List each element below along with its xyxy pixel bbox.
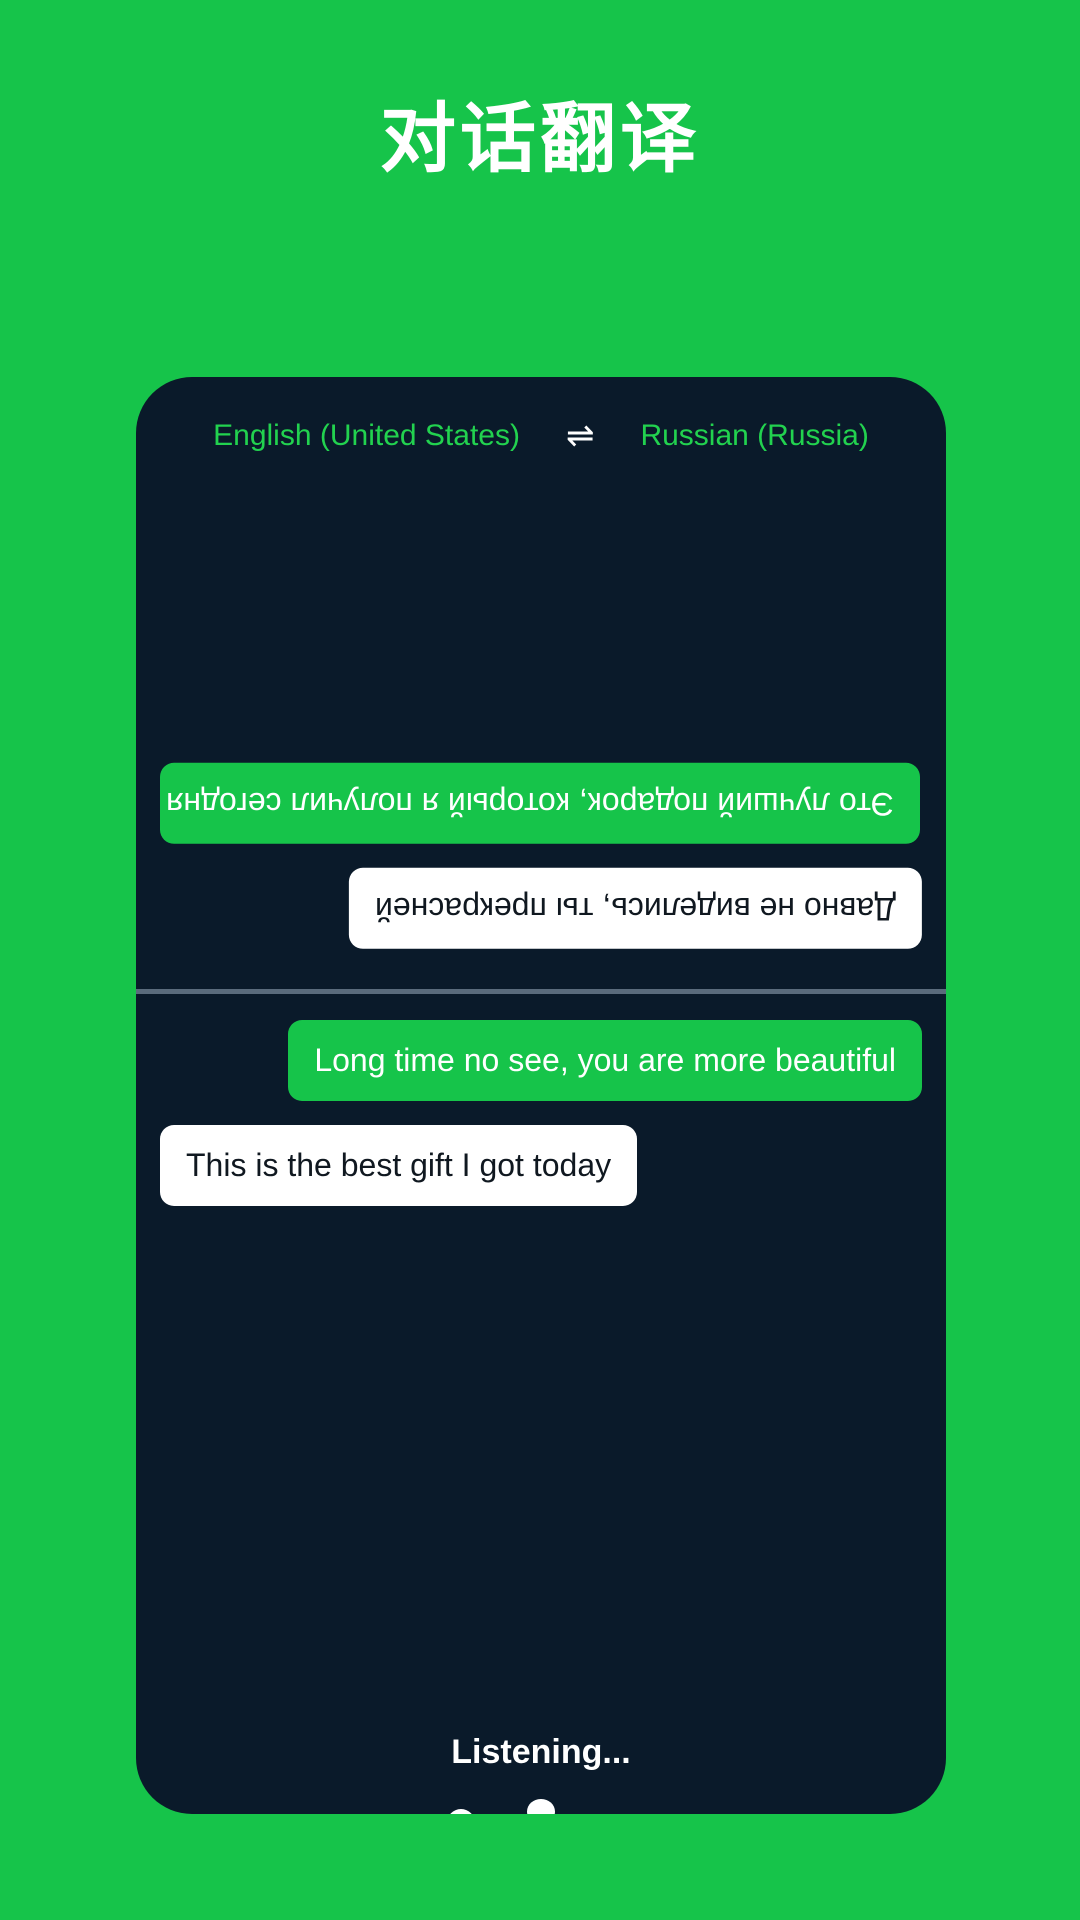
waveform-column: [501, 1795, 581, 1814]
waveform-dot: [447, 1809, 475, 1814]
waveform-column: [661, 1795, 741, 1814]
listening-status-label: Listening...: [451, 1733, 631, 1771]
waveform-dot: [527, 1799, 555, 1814]
message-row: Это лучший подарок, который я получил се…: [160, 763, 922, 868]
remote-conversation-pane: Это лучший подарок, который я получил се…: [136, 495, 946, 989]
waveform-column: [421, 1795, 501, 1814]
message-bubble[interactable]: Давно не виделись, ты прекрасней: [349, 868, 922, 949]
message-bubble[interactable]: This is the best gift I got today: [160, 1124, 638, 1206]
waveform-column: [741, 1795, 821, 1814]
local-conversation-pane: Long time no see, you are more beautiful…: [136, 994, 946, 1314]
message-bubble[interactable]: Long time no see, you are more beautiful: [288, 1020, 922, 1101]
message-row: Long time no see, you are more beautiful: [160, 1020, 922, 1125]
phone-card: English (United States) ⇌ Russian (Russi…: [136, 377, 946, 1814]
waveform-column: [261, 1795, 341, 1814]
message-row: Давно не виделись, ты прекрасней: [160, 868, 922, 973]
target-language-selector[interactable]: Russian (Russia): [640, 419, 868, 453]
audio-waveform: [136, 1795, 946, 1814]
message-row: This is the best gift I got today: [160, 1124, 922, 1230]
swap-languages-icon[interactable]: ⇌: [566, 419, 595, 453]
waveform-column: [581, 1795, 661, 1814]
language-bar: English (United States) ⇌ Russian (Russi…: [136, 377, 946, 495]
waveform-column: [341, 1795, 421, 1814]
page-title: 对话翻译: [380, 97, 700, 182]
source-language-selector[interactable]: English (United States): [213, 419, 520, 453]
message-bubble[interactable]: Это лучший подарок, который я получил се…: [160, 763, 920, 845]
